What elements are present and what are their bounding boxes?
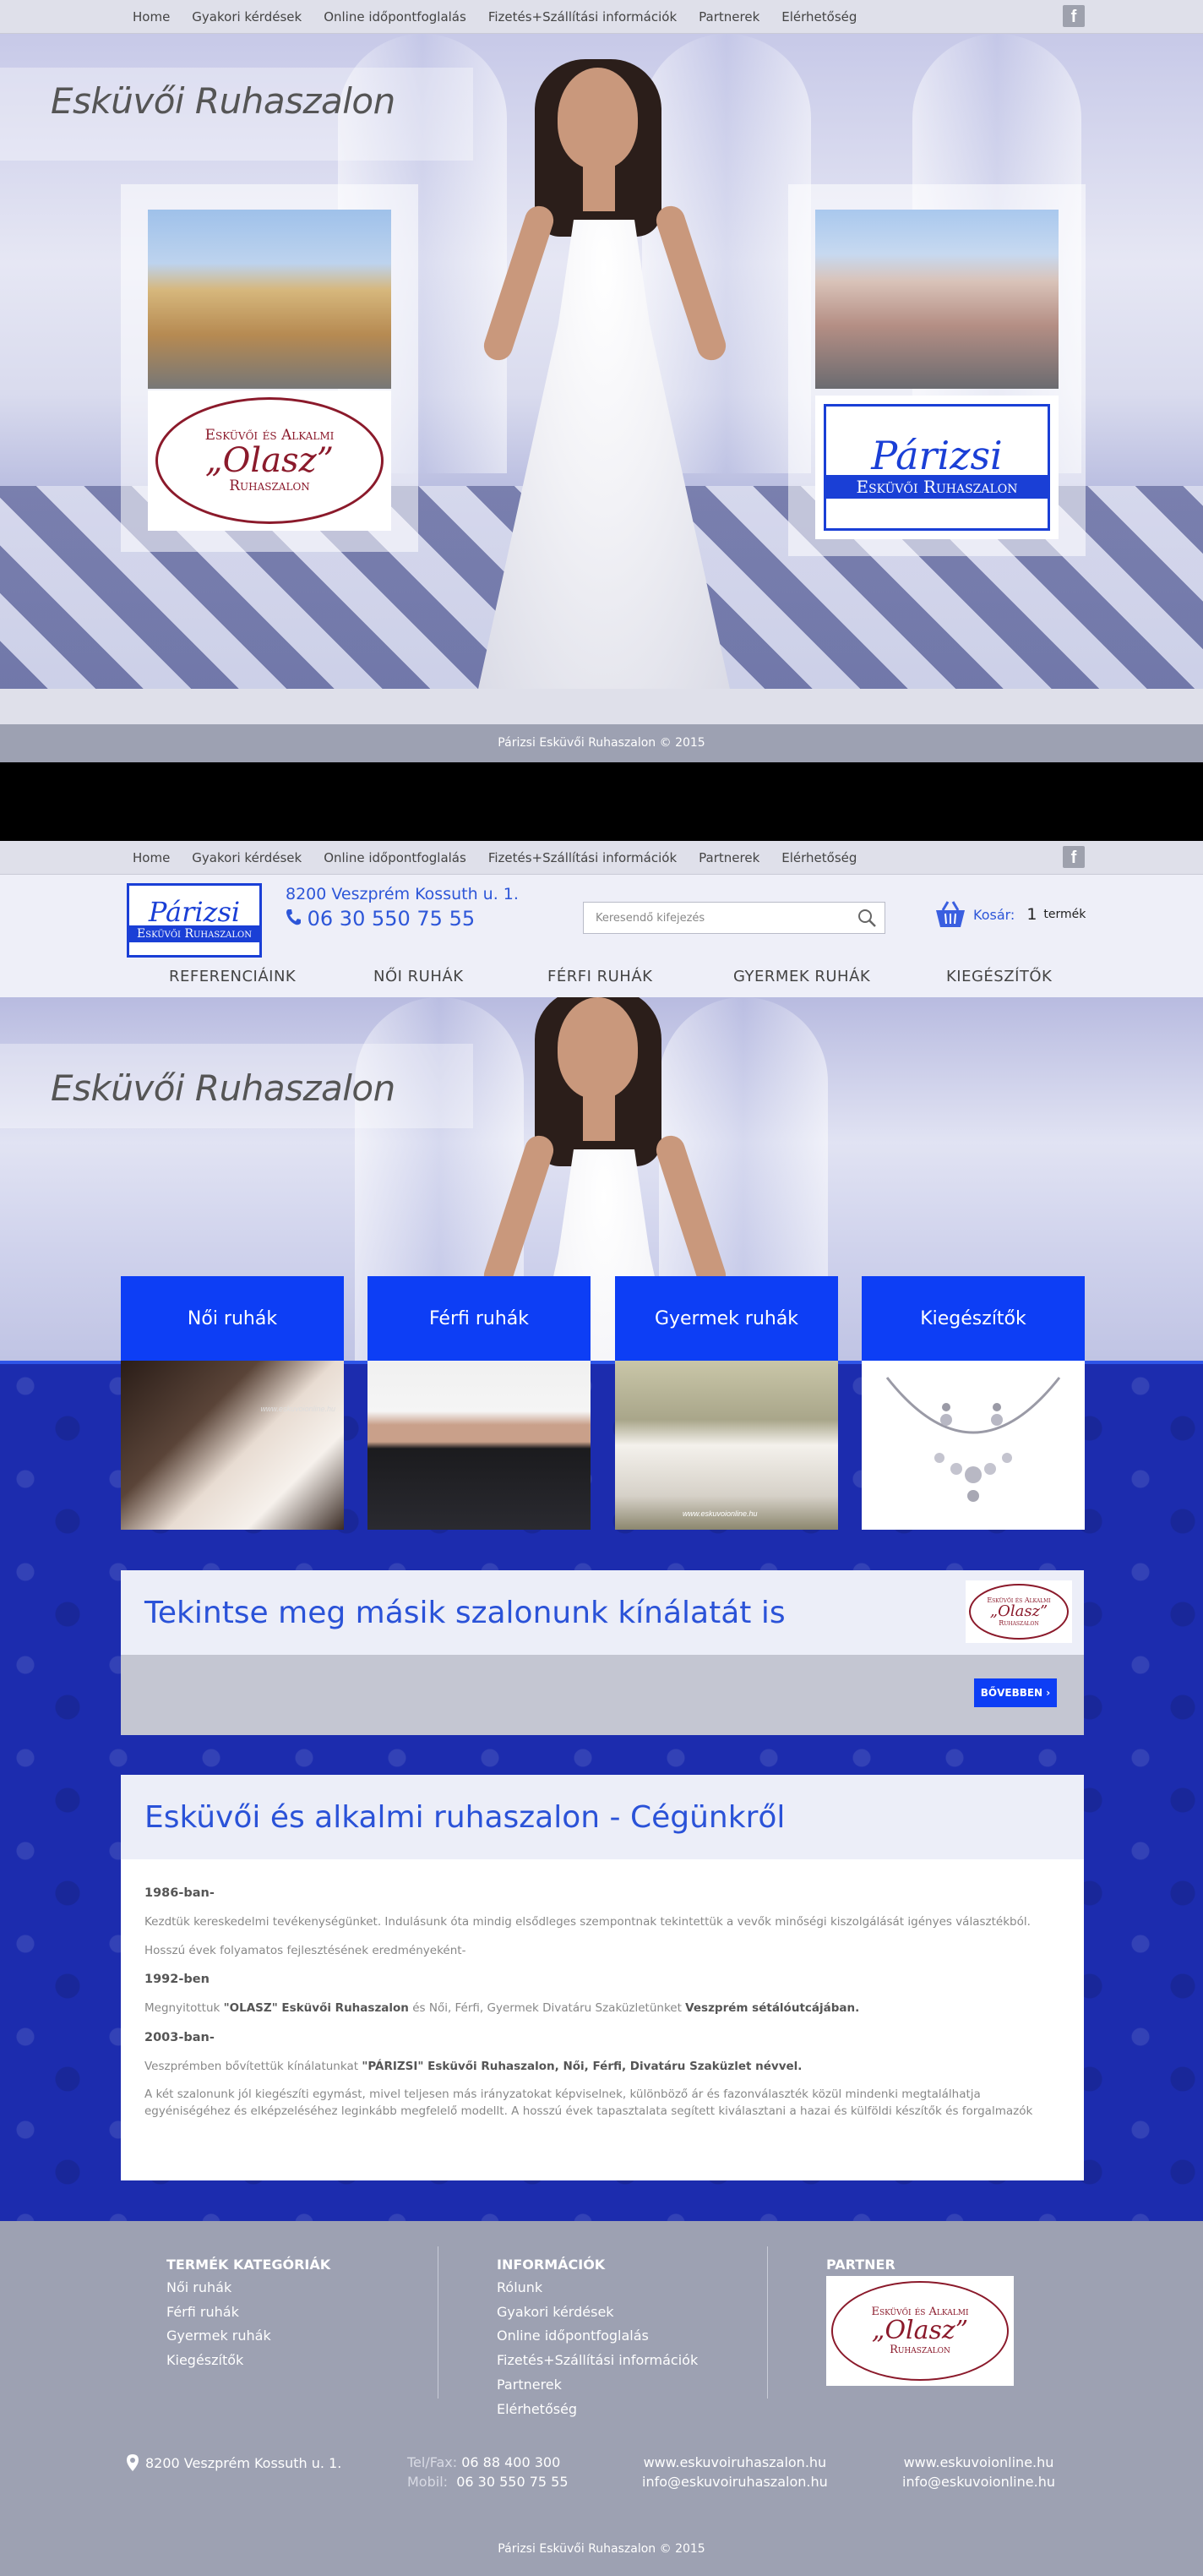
main-nav-mens[interactable]: FÉRFI RUHÁK [547,968,652,985]
category-label: Férfi ruhák [367,1276,591,1361]
top-nav-links: Home Gyakori kérdések Online időpontfogl… [133,0,857,34]
top-nav-home[interactable]: Home [133,850,170,865]
about-text: 1986-ban- Kezdtük kereskedelmi tevékenys… [144,1886,1033,2118]
header-address: 8200 Veszprém Kossuth u. 1. [286,885,519,903]
footer-copyright: Párizsi Esküvői Ruhaszalon © 2015 [498,2542,705,2556]
promo-panel: Tekintse meg másik szalonunk kínálatát i… [121,1570,1084,1735]
top-nav-home[interactable]: Home [133,9,170,25]
search-input[interactable]: Keresendő kifejezés [583,902,885,934]
facebook-icon[interactable]: f [1063,5,1085,27]
main-nav-accessories[interactable]: KIEGÉSZÍTŐK [946,968,1052,985]
main-nav: REFERENCIÁINK NŐI RUHÁK FÉRFI RUHÁK GYER… [0,959,1203,997]
top-nav: Home Gyakori kérdések Online időpontfogl… [0,0,1203,34]
basket-icon [936,901,965,927]
category-label: Gyermek ruhák [615,1276,838,1361]
footer-divider [767,2246,768,2399]
top-nav-shipping[interactable]: Fizetés+Szállítási információk [488,850,677,865]
footer-partner: PARTNER Esküvői és Alkalmi „Olasz” Ruhas… [826,2257,1014,2386]
footer-link[interactable]: Gyermek ruhák [166,2324,330,2349]
partner-olasz-logo[interactable]: Esküvői és Alkalmi „Olasz” Ruhaszalon [826,2276,1014,2386]
footer-phones: Tel/Fax: 06 88 400 300 Mobil: 06 30 550 … [407,2454,569,2490]
store-photo-olasz [148,210,391,389]
footer-link[interactable]: Rólunk [497,2276,698,2300]
store-card-olasz[interactable]: Esküvői és Alkalmi „Olasz” Ruhaszalon [121,184,418,552]
store-card-parizsi[interactable]: Párizsi Esküvői Ruhaszalon [788,184,1086,556]
footer-website-link[interactable]: www.eskuvoionline.hu [902,2454,1055,2470]
footer-link[interactable]: Online időpontfoglalás [497,2324,698,2349]
cart-widget[interactable]: Kosár: 1 termék [934,900,1086,929]
cart-label: Kosár: [973,906,1015,923]
category-card-mens[interactable]: Férfi ruhák [367,1276,591,1530]
footer-link[interactable]: Kiegészítők [166,2349,330,2373]
top-nav-faq[interactable]: Gyakori kérdések [192,850,302,865]
olasz-logo: Esküvői és Alkalmi „Olasz” Ruhaszalon [148,390,391,531]
category-card-womens[interactable]: Női ruhák www.eskuvoionline.hu [121,1276,344,1530]
footer-link[interactable]: Gyakori kérdések [497,2300,698,2325]
bride-image [427,59,781,689]
top-nav-partners[interactable]: Partnerek [699,850,759,865]
search-icon[interactable] [856,907,878,929]
top-nav-faq[interactable]: Gyakori kérdések [192,9,302,25]
footer-link[interactable]: Női ruhák [166,2276,330,2300]
cart-count: 1 [1026,905,1037,924]
footer-categories: TERMÉK KATEGÓRIÁK Női ruhák Férfi ruhák … [166,2257,330,2373]
category-image-mens [367,1361,591,1530]
category-label: Női ruhák [121,1276,344,1361]
category-image-accessories [862,1361,1085,1530]
footer-link[interactable]: Fizetés+Szállítási információk [497,2349,698,2373]
header-logo[interactable]: Párizsi Esküvői Ruhaszalon [127,883,262,958]
site-footer: TERMÉK KATEGÓRIÁK Női ruhák Férfi ruhák … [0,2221,1203,2576]
parizsi-logo: Párizsi Esküvői Ruhaszalon [815,396,1059,539]
top-nav-shipping[interactable]: Fizetés+Szállítási információk [488,9,677,25]
top-nav-booking[interactable]: Online időpontfoglalás [324,850,466,865]
footer-email-link[interactable]: info@eskuvoionline.hu [902,2474,1055,2490]
main-nav-womens[interactable]: NŐI RUHÁK [373,968,464,985]
footer-email-link[interactable]: info@eskuvoiruhaszalon.hu [642,2474,828,2490]
footer-site-1: www.eskuvoiruhaszalon.hu info@eskuvoiruh… [642,2454,828,2490]
footer-address: 8200 Veszprém Kossuth u. 1. [127,2454,341,2471]
hero-title: Esküvői Ruhaszalon [51,80,395,122]
about-panel: Esküvői és alkalmi ruhaszalon - Cégünkrő… [121,1775,1084,2180]
main-nav-kids[interactable]: GYERMEK RUHÁK [733,968,870,985]
category-card-accessories[interactable]: Kiegészítők [862,1276,1085,1530]
promo-olasz-logo[interactable]: Esküvői és Alkalmi „Olasz” Ruhaszalon [966,1580,1072,1643]
chevron-right-icon: › [1046,1687,1051,1699]
top-nav-booking[interactable]: Online időpontfoglalás [324,9,466,25]
top-nav-contact[interactable]: Elérhetőség [781,9,857,25]
cart-unit: termék [1043,908,1086,921]
category-label: Kiegészítők [862,1276,1085,1361]
category-image-kids: www.eskuvoionline.hu [615,1361,838,1530]
more-button[interactable]: BŐVEBBEN › [974,1678,1057,1707]
footer-info: INFORMÁCIÓK Rólunk Gyakori kérdések Onli… [497,2257,698,2421]
hero-title: Esküvői Ruhaszalon [51,1067,395,1109]
content-strip [0,689,1203,724]
top-nav: Home Gyakori kérdések Online időpontfogl… [0,841,1203,875]
site-header: Párizsi Esküvői Ruhaszalon 8200 Veszprém… [0,875,1203,997]
footer-copyright: Párizsi Esküvői Ruhaszalon © 2015 [0,724,1203,762]
footer-link[interactable]: Férfi ruhák [166,2300,330,2325]
necklace-icon [885,1377,1061,1502]
footer-link[interactable]: Partnerek [497,2373,698,2398]
category-image-womens: www.eskuvoionline.hu [121,1361,344,1530]
footer-website-link[interactable]: www.eskuvoiruhaszalon.hu [642,2454,828,2470]
facebook-icon[interactable]: f [1063,846,1085,868]
phone-icon [286,909,301,925]
main-nav-references[interactable]: REFERENCIÁINK [169,968,296,985]
top-nav-contact[interactable]: Elérhetőség [781,850,857,865]
promo-title: Tekintse meg másik szalonunk kínálatát i… [144,1596,786,1630]
hero-banner: Esküvői Ruhaszalon Esküvői és Alkalmi „O… [0,34,1203,689]
top-nav-partners[interactable]: Partnerek [699,9,759,25]
footer-link[interactable]: Elérhetőség [497,2398,698,2422]
header-phone[interactable]: 06 30 550 75 55 [286,907,475,931]
footer-site-2: www.eskuvoionline.hu info@eskuvoionline.… [902,2454,1055,2490]
about-title: Esküvői és alkalmi ruhaszalon - Cégünkrő… [144,1800,786,1835]
store-photo-parizsi [815,210,1059,389]
map-pin-icon [127,2454,139,2471]
category-card-kids[interactable]: Gyermek ruhák www.eskuvoionline.hu [615,1276,838,1530]
